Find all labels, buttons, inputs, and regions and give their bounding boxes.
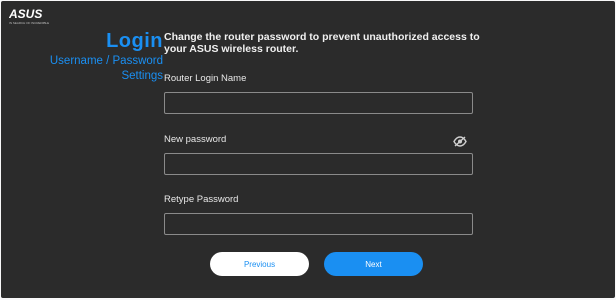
setup-panel: ASUS IN SEARCH OF INCREDIBLE Login Usern… <box>1 1 615 298</box>
logo-tagline: IN SEARCH OF INCREDIBLE <box>9 21 49 25</box>
previous-button[interactable]: Previous <box>210 252 309 276</box>
page-subtitle: Username / Password Settings <box>50 54 163 84</box>
login-name-field[interactable] <box>164 92 473 114</box>
login-name-label: Router Login Name <box>164 73 247 84</box>
subtitle-line-1: Username / Password <box>49 55 163 67</box>
page-title: Login <box>106 30 163 52</box>
logo-text: ASUS <box>9 7 42 21</box>
new-password-field[interactable] <box>164 153 473 175</box>
description-block: Change the router password to prevent un… <box>164 31 484 55</box>
sidebar-heading: Login Username / Password Settings <box>50 30 163 84</box>
subtitle-line-2: Settings <box>121 70 163 82</box>
retype-password-field[interactable] <box>164 213 473 235</box>
asus-logo: ASUS IN SEARCH OF INCREDIBLE <box>9 7 59 27</box>
new-password-label: New password <box>164 134 227 145</box>
description-text: Change the router password to prevent un… <box>164 31 480 55</box>
next-button[interactable]: Next <box>324 252 423 276</box>
eye-off-icon[interactable] <box>453 134 467 147</box>
retype-password-label: Retype Password <box>164 194 239 205</box>
